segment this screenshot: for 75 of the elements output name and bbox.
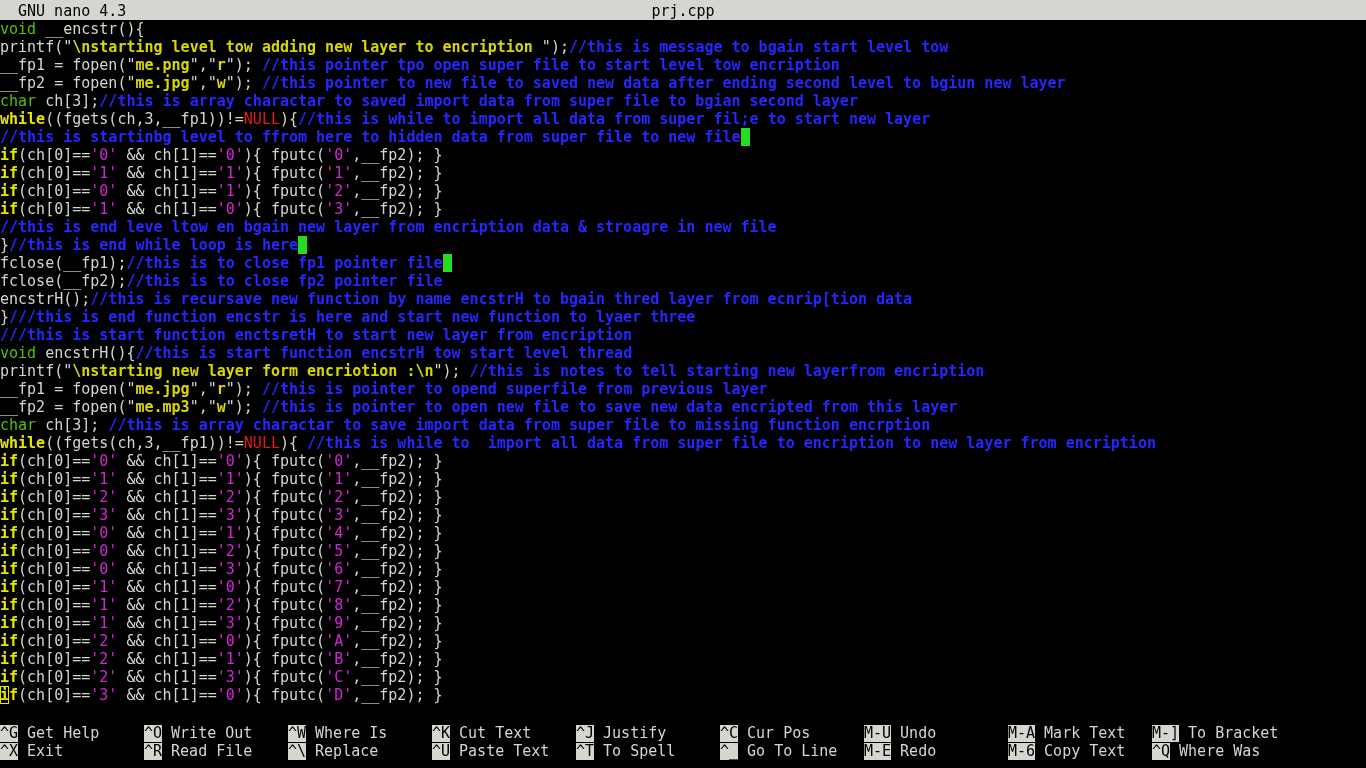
shortcut-key: ^C <box>720 724 739 742</box>
shortcut-key: M-] <box>1152 724 1180 742</box>
code-line: if(ch[0]=='2' && ch[1]=='1'){ fputc('B',__fp2); } <box>0 650 443 668</box>
code-line: if(ch[0]=='0' && ch[1]=='2'){ fputc('5',__fp2); } <box>0 542 443 560</box>
shortcut-label: Copy Text <box>1044 741 1126 762</box>
code-line: if(ch[0]=='0' && ch[1]=='3'){ fputc('6',__fp2); } <box>0 560 443 578</box>
shortcut-label: Redo <box>900 741 937 762</box>
code-line: if(ch[0]=='0' && ch[1]=='0'){ fputc('0',__fp2); } <box>0 452 443 470</box>
shortcut-key: M-U <box>864 724 892 742</box>
code-line: if(ch[0]=='2' && ch[1]=='2'){ fputc('2',__fp2); } <box>0 488 443 506</box>
code-line: while((fgets(ch,3,__fp1))!=NULL){//this is while to import all data from super fil;e to start new layer <box>0 110 931 128</box>
code-line: if(ch[0]=='0' && ch[1]=='0'){ fputc('0',__fp2); } <box>0 146 443 164</box>
app-version: GNU nano 4.3 <box>18 1 128 22</box>
shortcut-key: ^X <box>0 742 19 760</box>
shortcut-key: ^G <box>0 724 19 742</box>
shortcut-key: M-6 <box>1008 742 1036 760</box>
shortcut-label: Where Is <box>315 723 388 744</box>
code-line: printf("\nstarting level tow adding new layer to encription ");//this is message to bgain start level tow <box>0 38 949 56</box>
shortcut-label: Justify <box>603 723 667 744</box>
code-line: if(ch[0]=='0' && ch[1]=='1'){ fputc('2',__fp2); } <box>0 182 443 200</box>
shortcut-label: Cut Text <box>459 723 532 744</box>
code-line: void encstrH(){//this is start function encstrH tow start level thread <box>0 344 633 362</box>
shortcut-label: To Bracket <box>1188 723 1279 744</box>
code-line: void __encstr(){ <box>0 20 145 38</box>
code-line: while((fgets(ch,3,__fp1))!=NULL){ //this is while to import all data from super file to encription to new layer from encription <box>0 434 1156 452</box>
code-line: }//this is end while loop is here <box>0 236 308 254</box>
shortcut-label: To Spell <box>603 741 676 762</box>
shortcut-label: Where Was <box>1179 741 1261 762</box>
shortcut-label: Write Out <box>171 723 253 744</box>
shortcut-label: Cur Pos <box>747 723 811 744</box>
shortcut-key: ^K <box>432 724 451 742</box>
shortcut-key: ^T <box>576 742 595 760</box>
code-line: if(ch[0]=='1' && ch[1]=='1'){ fputc('1',__fp2); } <box>0 164 443 182</box>
shortcut-key: ^J <box>576 724 595 742</box>
shortcut-label: Paste Text <box>459 741 550 762</box>
code-line: __fp1 = fopen("me.png","r"); //this pointer tpo open super file to start level tow encription <box>0 56 840 74</box>
code-line: if(ch[0]=='2' && ch[1]=='0'){ fputc('A',__fp2); } <box>0 632 443 650</box>
code-line: //this is startinbg level to ffrom here to hidden data from super file to new file <box>0 128 750 146</box>
code-line: if(ch[0]=='1' && ch[1]=='2'){ fputc('8',__fp2); } <box>0 596 443 614</box>
code-line: if(ch[0]=='1' && ch[1]=='0'){ fputc('3',__fp2); } <box>0 200 443 218</box>
code-line: if(ch[0]=='1' && ch[1]=='3'){ fputc('9',__fp2); } <box>0 614 443 632</box>
shortcut-key: M-E <box>864 742 892 760</box>
shortcut-label: Exit <box>27 741 64 762</box>
code-line: encstrH();//this is recursave new function by name encstrH to bgain thred layer from ecnrip[tion data <box>0 290 913 308</box>
code-line: char ch[3];//this is array charactar to saved import data from super file to bgian second layer <box>0 92 858 110</box>
code-line: if(ch[0]=='1' && ch[1]=='0'){ fputc('7',__fp2); } <box>0 578 443 596</box>
code-line: if(ch[0]=='0' && ch[1]=='1'){ fputc('4',__fp2); } <box>0 524 443 542</box>
shortcut-key: ^W <box>288 724 307 742</box>
code-line: __fp1 = fopen("me.jpg","r"); //this is pointer to opend superfile from previous layer <box>0 380 768 398</box>
shortcut-key: ^U <box>432 742 451 760</box>
shortcut-label: Mark Text <box>1044 723 1126 744</box>
code-line: char ch[3]; //this is array charactar to save import data from super file to missing function encrption <box>0 416 931 434</box>
shortcut-key: ^_ <box>720 742 739 760</box>
code-line: printf("\nstarting new layer form encriotion :\n"); //this is notes to tell starting new layerfrom encription <box>0 362 985 380</box>
code-line: __fp2 = fopen("me.jpg","w"); //this pointer to new file to saved new data after ending second level to bgiun new layer <box>0 74 1066 92</box>
shortcut-key: ^Q <box>1152 742 1171 760</box>
shortcut-key: ^R <box>144 742 163 760</box>
code-line: fclose(__fp2);//this is to close fp2 pointer file <box>0 272 443 290</box>
shortcut-key: M-A <box>1008 724 1036 742</box>
shortcut-key: ^O <box>144 724 163 742</box>
shortcut-label: Go To Line <box>747 741 838 762</box>
file-name: prj.cpp <box>651 1 715 22</box>
shortcut-label: Read File <box>171 741 253 762</box>
code-line: //this is end leve ltow en bgain new layer from encription data & stroagre in new file <box>0 218 777 236</box>
code-line: fclose(__fp1);//this is to close fp1 pointer file <box>0 254 452 272</box>
shortcut-label: Replace <box>315 741 379 762</box>
shortcut-label: Get Help <box>27 723 100 744</box>
code-line: if(ch[0]=='2' && ch[1]=='3'){ fputc('C',__fp2); } <box>0 668 443 686</box>
code-line: ///this is start function enctsretH to start new layer from encription <box>0 326 633 344</box>
code-line: }///this is end function encstr is here and start new function to lyaer three <box>0 308 696 326</box>
shortcut-label: Undo <box>900 723 937 744</box>
code-line: if(ch[0]=='3' && ch[1]=='3'){ fputc('3',__fp2); } <box>0 506 443 524</box>
code-line: __fp2 = fopen("me.mp3","w"); //this is pointer to open new file to save new data encripted from this layer <box>0 398 958 416</box>
code-line: if(ch[0]=='1' && ch[1]=='1'){ fputc('1',__fp2); } <box>0 470 443 488</box>
shortcut-key: ^\ <box>288 742 307 760</box>
